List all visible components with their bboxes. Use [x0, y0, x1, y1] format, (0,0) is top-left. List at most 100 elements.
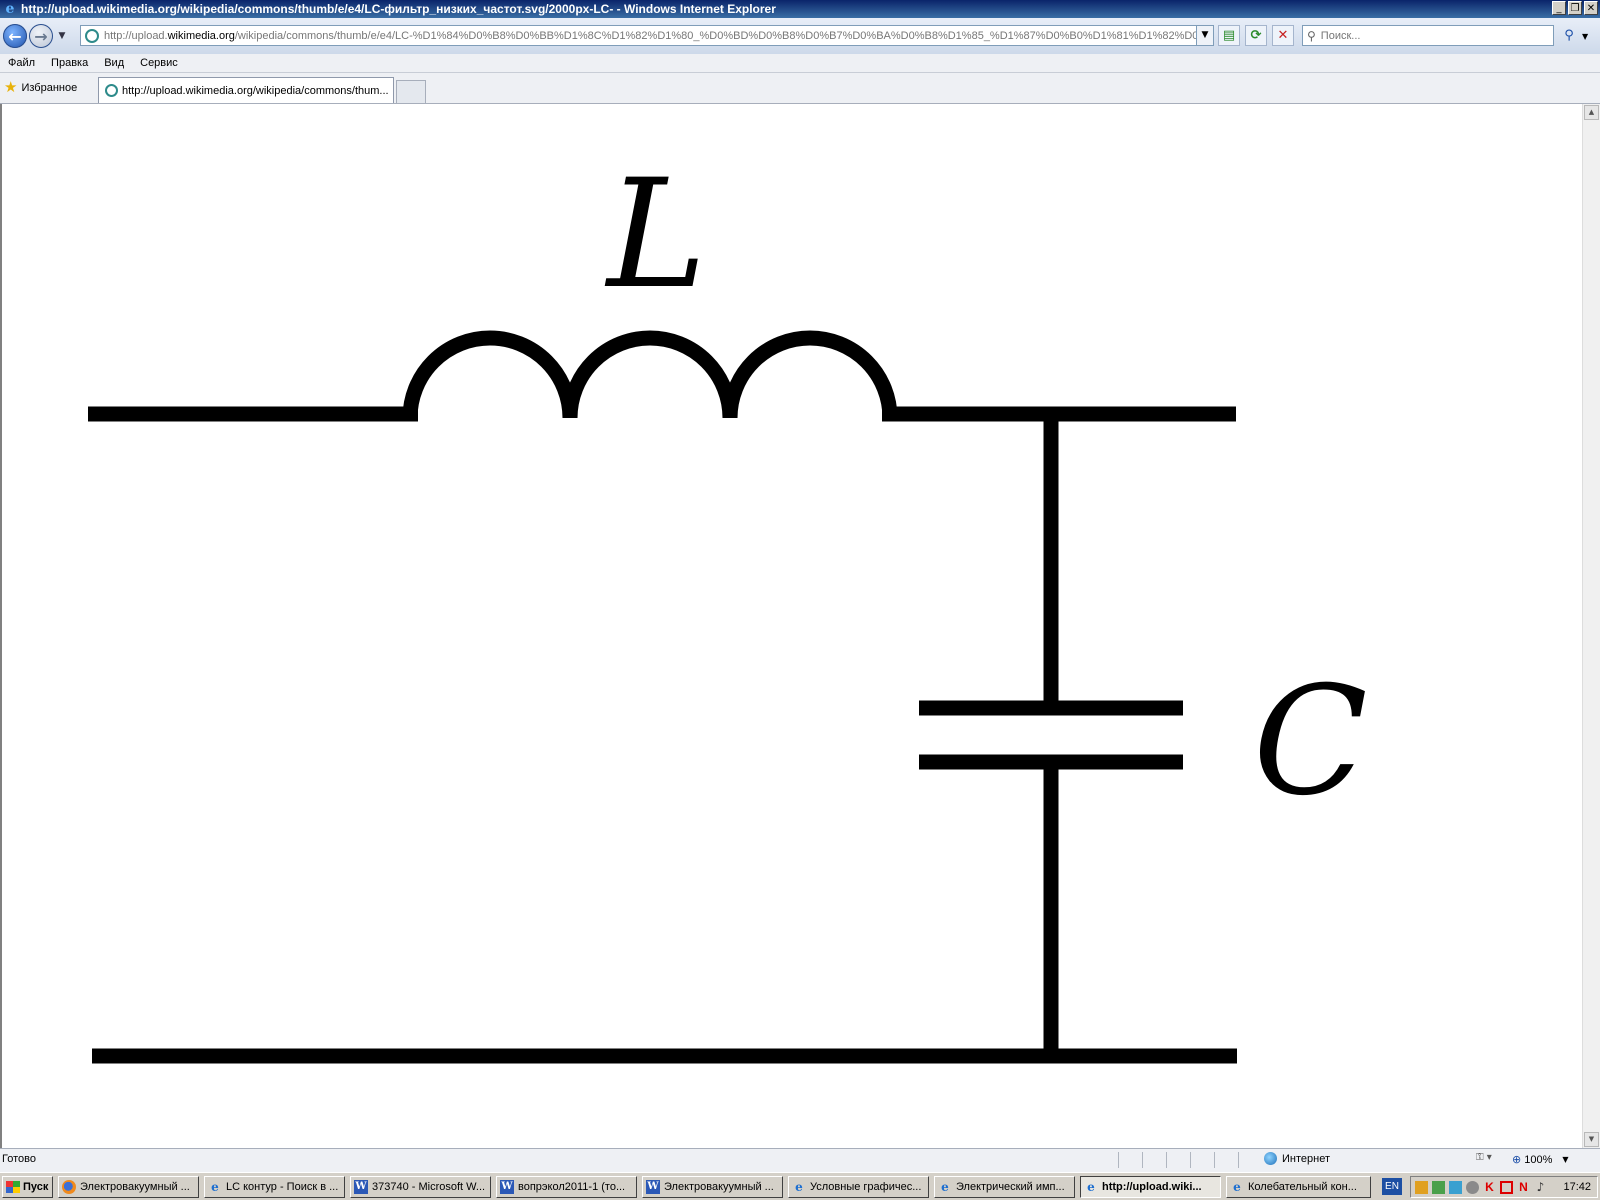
taskbar-item[interactable]: Электровакуумный ... — [58, 1176, 199, 1198]
tab-current-page[interactable]: http://upload.wikimedia.org/wikipedia/co… — [98, 77, 394, 103]
ie-icon: e — [941, 1180, 949, 1194]
zoom-level: 100% — [1524, 1153, 1553, 1166]
tray-volume-icon[interactable]: ♪ — [1534, 1180, 1547, 1194]
taskbar-item[interactable]: e Условные графичес... — [788, 1176, 929, 1198]
ie-icon: e — [795, 1180, 803, 1194]
system-tray: K N ♪ 17:42 — [1410, 1176, 1598, 1198]
word-icon: W — [646, 1180, 660, 1194]
ie-icon: e — [1233, 1180, 1241, 1194]
status-panel — [1238, 1152, 1261, 1168]
tray-app-icon[interactable] — [1432, 1180, 1445, 1194]
taskbar-item[interactable]: W вопрэкол2011-1 (то... — [496, 1176, 637, 1198]
tray-antivirus-icon[interactable]: K — [1483, 1180, 1496, 1194]
word-icon: W — [500, 1180, 514, 1194]
scroll-down-arrow[interactable]: ▼ — [1584, 1132, 1599, 1147]
new-tab-button[interactable] — [396, 80, 426, 103]
close-button[interactable]: ✕ — [1584, 1, 1598, 15]
zoom-control[interactable]: ⊕ 100% ▼ — [1512, 1153, 1569, 1166]
search-button[interactable]: ⚲ — [1558, 25, 1580, 46]
zone-label: Интернет — [1282, 1152, 1330, 1165]
taskbar-item-label: Колебательный кон... — [1248, 1181, 1357, 1193]
taskbar-item-label: Электровакуумный ... — [664, 1181, 774, 1193]
refresh-button[interactable]: ⟳ — [1245, 25, 1267, 46]
recent-pages-dropdown[interactable]: ▼ — [55, 31, 69, 41]
scroll-up-arrow[interactable]: ▲ — [1584, 105, 1599, 120]
firefox-icon — [62, 1180, 76, 1194]
window-controls: _ ❐ ✕ — [1552, 1, 1598, 15]
start-label: Пуск — [23, 1181, 49, 1193]
taskbar-item[interactable]: e LC контур - Поиск в ... — [204, 1176, 345, 1198]
taskbar-item[interactable]: e Электрический имп... — [934, 1176, 1075, 1198]
tray-network-icon[interactable] — [1415, 1180, 1428, 1194]
navigation-bar: ← → ▼ http://upload.wikimedia.org/wikipe… — [0, 18, 1600, 54]
protected-mode-icon[interactable]: ⚿ ▾ — [1476, 1152, 1492, 1163]
taskbar-item[interactable]: W Электровакуумный ... — [642, 1176, 783, 1198]
clock[interactable]: 17:42 — [1563, 1181, 1591, 1193]
search-input[interactable] — [1318, 28, 1553, 43]
search-box[interactable]: ⚲ — [1302, 25, 1554, 46]
wikimedia-tab-icon — [105, 84, 118, 97]
taskbar-item-label: 373740 - Microsoft W... — [372, 1181, 486, 1193]
taskbar-item-label: Электровакуумный ... — [80, 1181, 190, 1193]
tray-record-icon[interactable] — [1500, 1180, 1513, 1194]
status-panel — [1118, 1152, 1141, 1168]
back-button[interactable]: ← — [3, 24, 27, 48]
tab-label: http://upload.wikimedia.org/wikipedia/co… — [122, 84, 389, 97]
window-title-bar: e http://upload.wikimedia.org/wikipedia/… — [0, 0, 1600, 18]
word-icon: W — [354, 1180, 368, 1194]
lc-filter-diagram: L C — [88, 148, 1368, 1064]
taskbar-item-label: Условные графичес... — [810, 1181, 922, 1193]
ie-icon: e — [1087, 1180, 1095, 1194]
inductor-label: L — [604, 148, 707, 322]
menu-bar: Файл Правка Вид Сервис — [0, 54, 1600, 73]
status-bar: Готово Интернет ⚿ ▾ ⊕ 100% ▼ — [0, 1148, 1600, 1172]
menu-view[interactable]: Вид — [96, 57, 132, 69]
zoom-dropdown-icon: ▼ — [1562, 1155, 1569, 1164]
favorites-label: Избранное — [21, 81, 78, 94]
search-options-dropdown[interactable]: ▼ — [1582, 32, 1588, 41]
status-panel — [1166, 1152, 1189, 1168]
zoom-icon: ⊕ — [1512, 1153, 1522, 1166]
tray-update-icon[interactable] — [1466, 1180, 1479, 1194]
minimize-button[interactable]: _ — [1552, 1, 1566, 15]
taskbar-item[interactable]: W 373740 - Microsoft W... — [350, 1176, 491, 1198]
tray-sync-icon[interactable] — [1449, 1180, 1462, 1194]
taskbar-item-label: Электрический имп... — [956, 1181, 1065, 1193]
start-button[interactable]: Пуск — [2, 1176, 53, 1198]
windows-logo-icon — [6, 1181, 20, 1193]
inductor-coil — [402, 330, 898, 419]
taskbar-item-label: http://upload.wiki... — [1102, 1181, 1202, 1193]
status-panel — [1214, 1152, 1237, 1168]
star-icon: ★ — [4, 78, 18, 96]
address-dropdown-button[interactable]: ▼ — [1196, 26, 1213, 45]
search-provider-icon: ⚲ — [1307, 28, 1316, 43]
compatibility-view-button[interactable]: ▤ — [1218, 25, 1240, 46]
address-url[interactable]: http://upload.wikimedia.org/wikipedia/co… — [104, 30, 1196, 42]
wikimedia-site-icon — [85, 28, 99, 43]
status-text: Готово — [2, 1153, 36, 1165]
forward-button[interactable]: → — [29, 24, 53, 48]
status-panel — [1190, 1152, 1213, 1168]
stop-button[interactable]: ✕ — [1272, 25, 1294, 46]
vertical-scrollbar[interactable]: ▲ ▼ — [1582, 104, 1600, 1148]
favorites-button[interactable]: ★ Избранное — [4, 80, 77, 95]
internet-explorer-icon: e — [5, 1, 15, 17]
security-zone[interactable]: Интернет — [1264, 1152, 1330, 1165]
menu-edit[interactable]: Правка — [43, 57, 96, 69]
globe-icon — [1264, 1152, 1277, 1165]
taskbar-item[interactable]: e Колебательный кон... — [1226, 1176, 1371, 1198]
taskbar-item-active[interactable]: e http://upload.wiki... — [1080, 1176, 1221, 1198]
tray-n-icon[interactable]: N — [1517, 1180, 1530, 1194]
capacitor-label: C — [1253, 655, 1368, 829]
taskbar: Пуск Электровакуумный ... e LC контур - … — [0, 1172, 1600, 1200]
taskbar-item-label: LC контур - Поиск в ... — [226, 1181, 339, 1193]
taskbar-item-label: вопрэкол2011-1 (то... — [518, 1181, 626, 1193]
address-field[interactable]: http://upload.wikimedia.org/wikipedia/co… — [80, 25, 1214, 46]
menu-tools[interactable]: Сервис — [132, 57, 186, 69]
window-title: http://upload.wikimedia.org/wikipedia/co… — [21, 2, 776, 16]
status-panel — [1142, 1152, 1165, 1168]
language-indicator[interactable]: EN — [1382, 1178, 1402, 1195]
page-content: L C — [0, 104, 1582, 1148]
menu-file[interactable]: Файл — [0, 57, 43, 69]
restore-button[interactable]: ❐ — [1568, 1, 1582, 15]
